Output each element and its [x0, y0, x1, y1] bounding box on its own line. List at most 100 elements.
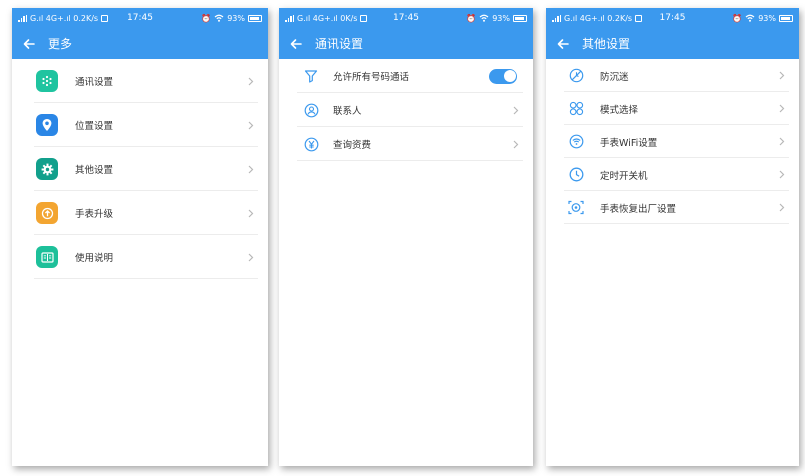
alarm-icon: ⏰ [466, 13, 477, 23]
chevron-right-icon [248, 165, 254, 173]
status-bar: G.ıl 4G+.ıl 0.2K/s 17:45 ⏰ 93% [12, 8, 268, 28]
divider [297, 160, 523, 161]
menu-item-label: 查询资费 [333, 140, 372, 151]
chevron-right-icon [779, 104, 785, 113]
checkbox-status-icon [360, 14, 368, 22]
menu-item-allow-all-calls: 允许所有号码通话 [279, 59, 533, 93]
settings-list: 允许所有号码通话 联系人 查询资费 [279, 59, 533, 161]
status-left: G.ıl 4G+.ıl 0K/s [285, 13, 368, 23]
screenshot-stage: G.ıl 4G+.ıl 0.2K/s 17:45 ⏰ 93% 更多 通讯设置 位… [0, 0, 805, 476]
divider [564, 223, 789, 224]
chevron-right-icon [248, 253, 254, 261]
battery-percent: 93% [758, 13, 776, 23]
chevron-right-icon [779, 203, 785, 212]
status-time: 17:45 [393, 13, 419, 23]
menu-item-label: 模式选择 [600, 104, 639, 116]
checkbox-status-icon [635, 14, 643, 22]
back-arrow-icon[interactable] [22, 37, 36, 51]
mode-icon [568, 101, 584, 117]
upgrade-icon [36, 202, 58, 224]
signal-icon [18, 14, 27, 22]
wifi-status-icon [214, 14, 224, 22]
menu-item-label: 通讯设置 [75, 77, 114, 88]
chevron-right-icon [513, 106, 519, 114]
battery-percent: 93% [227, 13, 245, 23]
battery-icon [513, 14, 527, 22]
status-bar: G.ıl 4G+.ıl 0.2K/s 17:45 ⏰ 93% [546, 8, 799, 28]
network-speed: G.ıl 4G+.ıl 0K/s [297, 13, 358, 23]
wifi-status-icon [479, 14, 489, 22]
menu-item-label: 使用说明 [75, 253, 114, 264]
menu-item-label: 手表升级 [75, 209, 114, 220]
no-disturb-icon [568, 68, 584, 84]
chevron-right-icon [248, 121, 254, 129]
wifi-icon [568, 134, 584, 150]
menu-item-label: 定时开关机 [600, 170, 648, 182]
status-time: 17:45 [659, 13, 686, 23]
divider [34, 278, 258, 279]
chevron-right-icon [513, 140, 519, 148]
status-bar: G.ıl 4G+.ıl 0K/s 17:45 ⏰ 93% [279, 8, 533, 28]
status-left: G.ıl 4G+.ıl 0.2K/s [18, 14, 109, 23]
menu-item-comm-settings[interactable]: 通讯设置 [12, 59, 268, 103]
phone-screen-other-settings: G.ıl 4G+.ıl 0.2K/s 17:45 ⏰ 93% 其他设置 防沉迷 [546, 8, 799, 466]
chevron-right-icon [779, 137, 785, 146]
settings-list: 通讯设置 位置设置 其他设置 手表升级 使用说明 [12, 59, 268, 279]
status-right: ⏰ 93% [201, 14, 262, 23]
page-title: 更多 [48, 37, 73, 51]
toggle-knob [503, 70, 516, 82]
dots-circle-icon [36, 70, 58, 92]
wifi-status-icon [745, 14, 755, 22]
menu-item-watch-upgrade[interactable]: 手表升级 [12, 191, 268, 235]
network-speed: G.ıl 4G+.ıl 0.2K/s [564, 13, 633, 23]
chevron-right-icon [779, 170, 785, 179]
back-arrow-icon[interactable] [556, 37, 570, 51]
menu-item-label: 位置设置 [75, 121, 114, 132]
signal-icon [552, 14, 561, 22]
chevron-right-icon [248, 77, 254, 85]
menu-item-label: 联系人 [333, 106, 362, 117]
allow-calls-toggle[interactable] [489, 68, 517, 84]
settings-list: 防沉迷 模式选择 手表WiFi设置 定时开关机 手表恢复出厂设置 [546, 59, 799, 224]
gear-icon [36, 158, 58, 180]
page-title: 其他设置 [582, 37, 631, 51]
phone-screen-more: G.ıl 4G+.ıl 0.2K/s 17:45 ⏰ 93% 更多 通讯设置 位… [12, 8, 268, 466]
menu-item-user-manual[interactable]: 使用说明 [12, 235, 268, 279]
menu-item-location-settings[interactable]: 位置设置 [12, 103, 268, 147]
page-title: 通讯设置 [315, 37, 364, 51]
title-bar: 更多 [12, 28, 268, 59]
chevron-right-icon [248, 209, 254, 217]
signal-icon [285, 14, 294, 22]
menu-item-label: 允许所有号码通话 [333, 72, 410, 83]
menu-item-scheduled-power[interactable]: 定时开关机 [546, 158, 799, 191]
menu-item-label: 手表WiFi设置 [600, 137, 658, 149]
menu-item-factory-reset[interactable]: 手表恢复出厂设置 [546, 191, 799, 224]
manual-icon [36, 246, 58, 268]
phone-screen-comm-settings: G.ıl 4G+.ıl 0K/s 17:45 ⏰ 93% 通讯设置 允许所有号码… [279, 8, 533, 466]
battery-icon [248, 14, 262, 22]
alarm-icon: ⏰ [732, 13, 743, 23]
status-right: ⏰ 93% [732, 14, 793, 23]
title-bar: 其他设置 [546, 28, 799, 59]
back-arrow-icon[interactable] [289, 37, 303, 51]
chevron-right-icon [779, 71, 785, 80]
menu-item-label: 其他设置 [75, 165, 114, 176]
menu-item-mode-select[interactable]: 模式选择 [546, 92, 799, 125]
checkbox-status-icon [101, 14, 109, 22]
alarm-icon: ⏰ [201, 13, 212, 23]
menu-item-contacts[interactable]: 联系人 [279, 93, 533, 127]
status-time: 17:45 [127, 13, 153, 23]
location-pin-icon [36, 114, 58, 136]
menu-item-query-charges[interactable]: 查询资费 [279, 127, 533, 161]
contact-icon [303, 102, 319, 118]
menu-item-watch-wifi[interactable]: 手表WiFi设置 [546, 125, 799, 158]
yen-icon [303, 136, 319, 152]
title-bar: 通讯设置 [279, 28, 533, 59]
status-right: ⏰ 93% [466, 14, 527, 23]
filter-icon [303, 68, 319, 84]
menu-item-anti-addiction[interactable]: 防沉迷 [546, 59, 799, 92]
menu-item-other-settings[interactable]: 其他设置 [12, 147, 268, 191]
battery-icon [779, 14, 793, 22]
battery-percent: 93% [492, 13, 510, 23]
status-left: G.ıl 4G+.ıl 0.2K/s [552, 13, 643, 23]
